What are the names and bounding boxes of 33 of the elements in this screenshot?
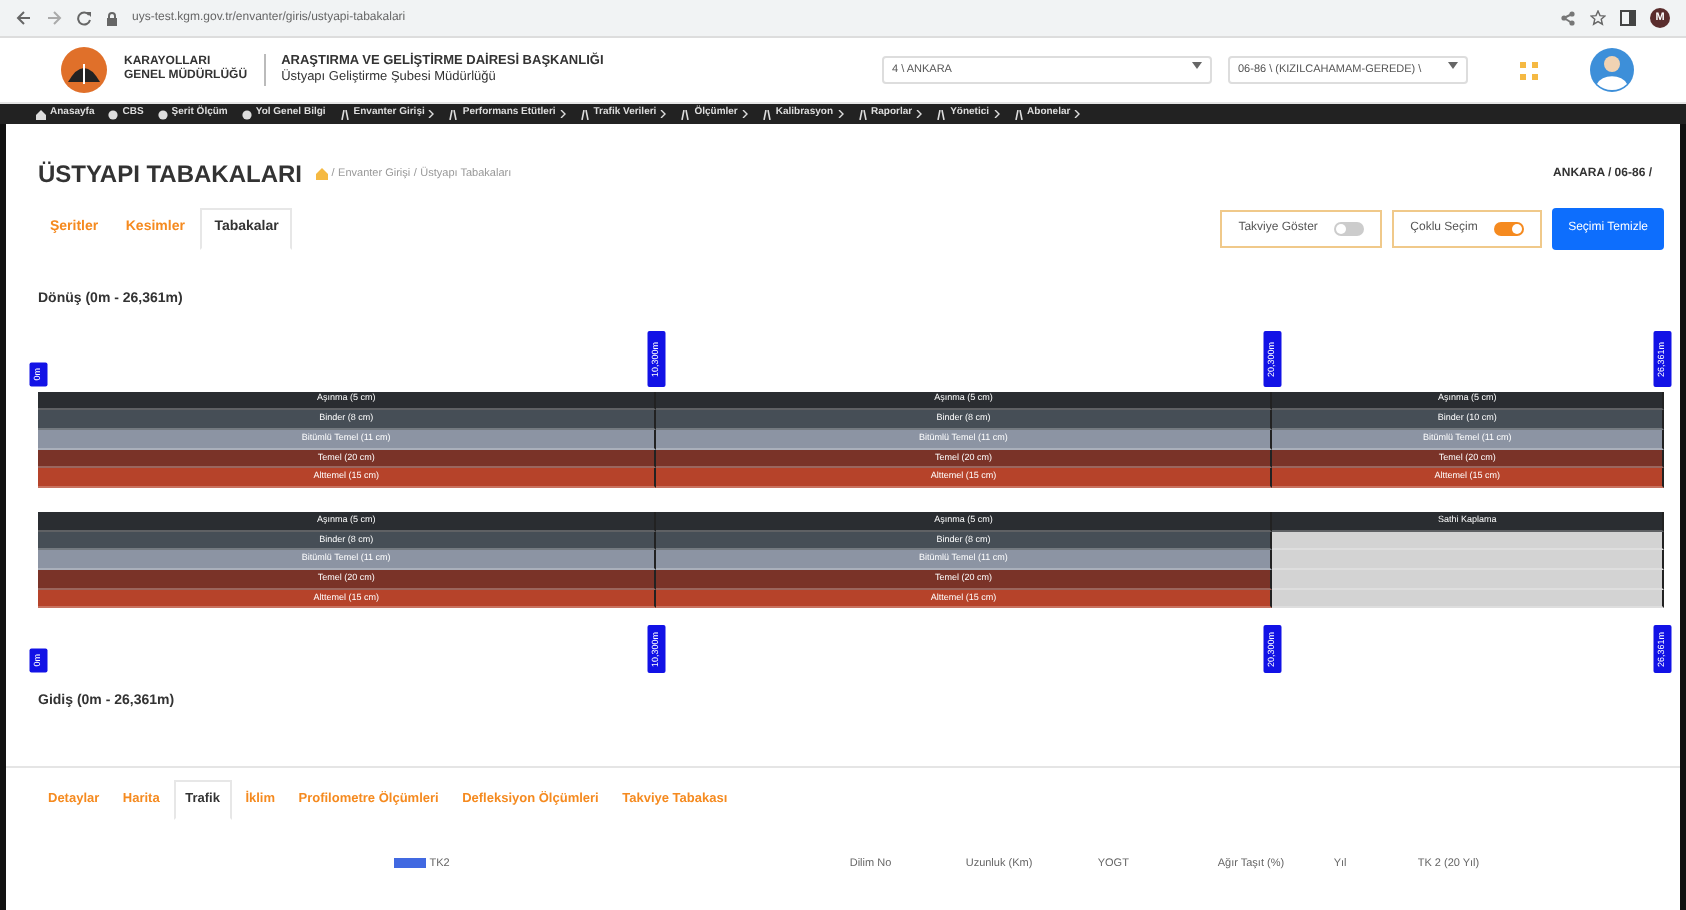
user-avatar-icon[interactable] xyxy=(1590,48,1634,92)
caret-icon xyxy=(1192,61,1202,70)
back-icon[interactable] xyxy=(16,10,32,26)
grid-icon[interactable] xyxy=(1520,61,1538,79)
logo-icon xyxy=(60,46,108,94)
chevron-icon xyxy=(660,110,667,118)
road-icon xyxy=(936,109,947,119)
road-icon xyxy=(680,109,691,119)
home-icon xyxy=(36,109,46,119)
chevron-icon xyxy=(993,110,1000,118)
star-icon[interactable] xyxy=(1590,10,1606,26)
road-icon xyxy=(857,109,868,119)
toggle-switch[interactable] xyxy=(1333,222,1364,236)
sidebar-icon[interactable] xyxy=(1620,10,1636,26)
road-icon xyxy=(339,109,350,119)
chevron-icon xyxy=(916,110,923,118)
road-icon xyxy=(1013,109,1024,119)
toggle-switch[interactable] xyxy=(1493,222,1524,236)
lock-icon xyxy=(106,11,118,25)
chevron-icon xyxy=(1074,110,1081,118)
page-title: ÜSTYAPI TABAKALARI xyxy=(38,158,303,192)
chevron-icon xyxy=(559,110,566,118)
caret-icon xyxy=(1448,61,1458,70)
chevron-icon xyxy=(741,110,748,118)
road-icon xyxy=(448,109,459,119)
home-icon[interactable] xyxy=(316,168,329,180)
chevron-icon xyxy=(428,110,435,118)
chevron-icon xyxy=(837,110,844,118)
road-icon xyxy=(761,109,772,119)
road-icon xyxy=(579,109,590,119)
forward-icon[interactable] xyxy=(46,10,62,26)
share-icon[interactable] xyxy=(1560,10,1576,26)
reload-icon[interactable] xyxy=(76,10,92,26)
